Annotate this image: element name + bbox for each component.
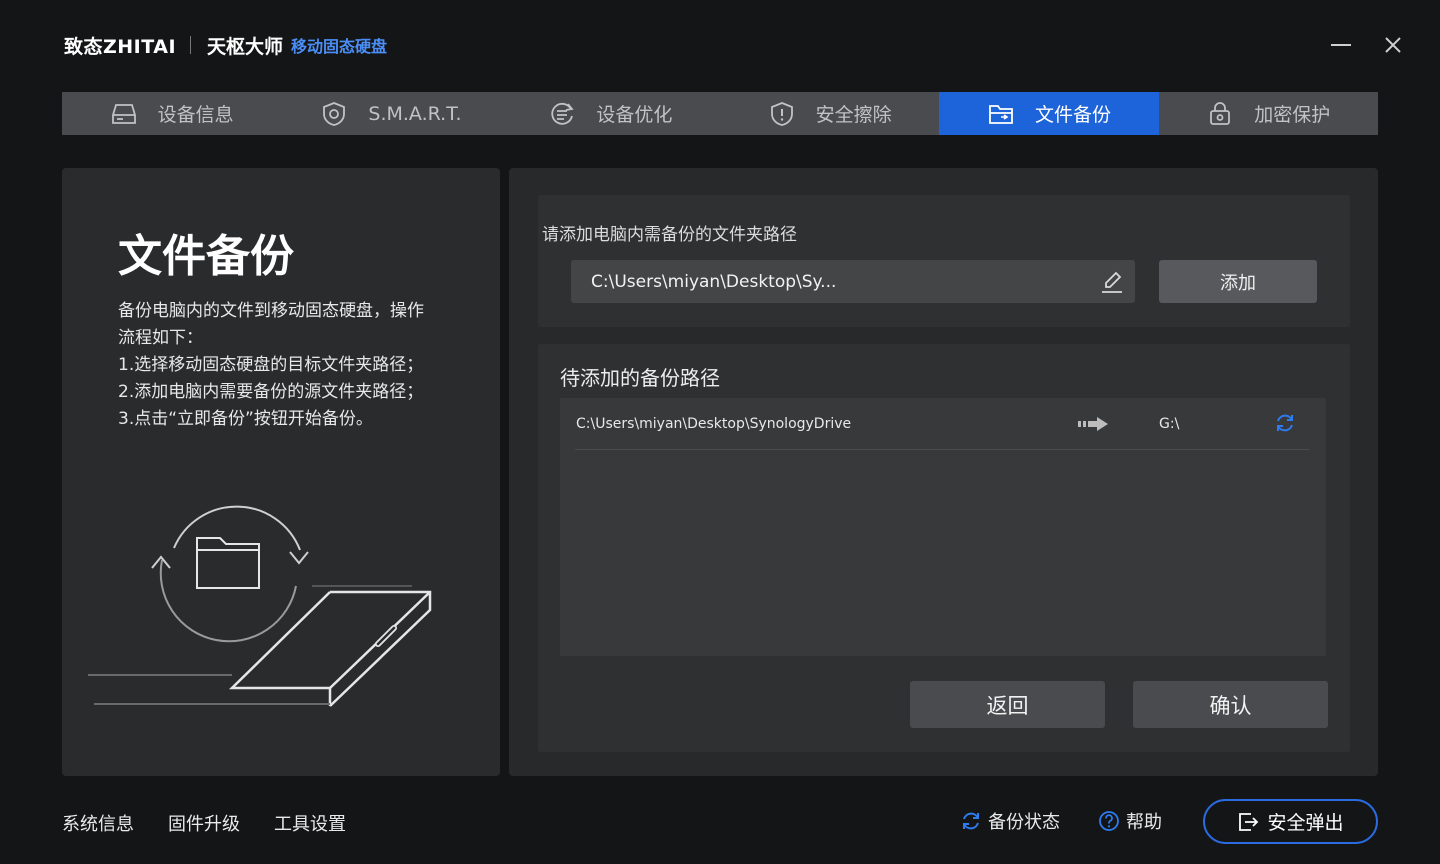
footer-links: 系统信息 固件升级 工具设置 bbox=[62, 810, 380, 836]
tab-label: 加密保护 bbox=[1254, 104, 1331, 126]
page-title: 文件备份 bbox=[118, 231, 294, 282]
eject-icon bbox=[1237, 811, 1259, 833]
title-bar: 致态ZHITAI 天枢大师 移动固态硬盘 bbox=[0, 0, 1440, 90]
help-icon bbox=[1098, 810, 1120, 832]
tab-smart[interactable]: S.M.A.R.T. bbox=[281, 92, 500, 135]
optimize-icon bbox=[548, 100, 576, 128]
arrow-right-icon bbox=[1078, 417, 1108, 431]
instruction-line: 3.点击“立即备份”按钮开始备份。 bbox=[118, 409, 373, 429]
instruction-line: 备份电脑内的文件到移动固态硬盘，操作 bbox=[118, 301, 424, 321]
tab-label: 设备优化 bbox=[596, 104, 673, 126]
folder-icon bbox=[987, 100, 1015, 128]
firmware-upgrade-link[interactable]: 固件升级 bbox=[168, 810, 240, 836]
close-button[interactable] bbox=[1378, 30, 1408, 60]
system-info-link[interactable]: 系统信息 bbox=[62, 810, 134, 836]
brand-logo: 致态ZHITAI bbox=[64, 35, 177, 58]
shield-icon bbox=[320, 100, 348, 128]
brand: 致态ZHITAI 天枢大师 移动固态硬盘 bbox=[64, 30, 387, 60]
tab-secure-erase[interactable]: 安全擦除 bbox=[720, 92, 939, 135]
brand-divider bbox=[190, 36, 192, 54]
help-button[interactable]: 帮助 bbox=[1098, 808, 1162, 834]
pending-title: 待添加的备份路径 bbox=[560, 366, 720, 390]
app-name: 天枢大师 bbox=[207, 35, 284, 58]
edit-icon[interactable] bbox=[1099, 269, 1125, 295]
refresh-icon[interactable] bbox=[1274, 412, 1296, 434]
safe-eject-label: 安全弹出 bbox=[1267, 812, 1344, 834]
source-path: C:\Users\miyan\Desktop\SynologyDrive bbox=[576, 415, 852, 432]
pending-paths-card: 待添加的备份路径 C:\Users\miyan\Desktop\Synology… bbox=[538, 344, 1350, 752]
tab-label: 安全擦除 bbox=[815, 104, 892, 126]
instruction-line: 2.添加电脑内需要备份的源文件夹路径； bbox=[118, 382, 424, 402]
tab-label: S.M.A.R.T. bbox=[368, 102, 462, 125]
tab-device-info[interactable]: 设备信息 bbox=[62, 92, 281, 135]
tab-bar: 设备信息 S.M.A.R.T. 设备优化 安全擦除 文件备份 加密保护 bbox=[62, 92, 1378, 135]
tab-file-backup[interactable]: 文件备份 bbox=[939, 92, 1159, 135]
shield-alert-icon bbox=[768, 100, 796, 128]
destination-path: G:\ bbox=[1159, 415, 1180, 432]
pending-list: C:\Users\miyan\Desktop\SynologyDrive G:\ bbox=[560, 398, 1326, 656]
tab-encryption[interactable]: 加密保护 bbox=[1159, 92, 1378, 135]
instruction-line: 流程如下： bbox=[118, 328, 203, 348]
backup-illustration bbox=[88, 505, 432, 707]
safe-eject-button[interactable]: 安全弹出 bbox=[1203, 799, 1378, 844]
tool-settings-link[interactable]: 工具设置 bbox=[274, 810, 346, 836]
backup-panel: 请添加电脑内需备份的文件夹路径 C:\Users\miyan\Desktop\S… bbox=[509, 168, 1378, 776]
backup-status-label: 备份状态 bbox=[988, 812, 1060, 833]
backup-status-button[interactable]: 备份状态 bbox=[960, 808, 1060, 834]
instruction-line: 1.选择移动固态硬盘的目标文件夹路径； bbox=[118, 355, 424, 375]
close-icon bbox=[1385, 37, 1401, 53]
sync-icon bbox=[960, 810, 982, 832]
confirm-button[interactable]: 确认 bbox=[1133, 681, 1328, 728]
intro-panel: 文件备份 备份电脑内的文件到移动固态硬盘，操作 流程如下： 1.选择移动固态硬盘… bbox=[62, 168, 500, 776]
list-item[interactable]: C:\Users\miyan\Desktop\SynologyDrive G:\ bbox=[575, 398, 1309, 450]
folder-path-field[interactable]: C:\Users\miyan\Desktop\Sy... bbox=[571, 260, 1135, 303]
app-subtitle: 移动固态硬盘 bbox=[291, 37, 388, 56]
add-path-label: 请添加电脑内需备份的文件夹路径 bbox=[542, 225, 797, 245]
help-label: 帮助 bbox=[1126, 812, 1162, 833]
add-button[interactable]: 添加 bbox=[1159, 260, 1317, 303]
minimize-icon bbox=[1331, 44, 1351, 46]
tab-optimize[interactable]: 设备优化 bbox=[501, 92, 720, 135]
lock-icon bbox=[1206, 100, 1234, 128]
instructions: 备份电脑内的文件到移动固态硬盘，操作 流程如下： 1.选择移动固态硬盘的目标文件… bbox=[118, 298, 458, 433]
tab-label: 文件备份 bbox=[1034, 104, 1111, 126]
tab-label: 设备信息 bbox=[157, 104, 234, 126]
minimize-button[interactable] bbox=[1326, 30, 1356, 60]
drive-icon bbox=[110, 100, 138, 128]
back-button[interactable]: 返回 bbox=[910, 681, 1105, 728]
